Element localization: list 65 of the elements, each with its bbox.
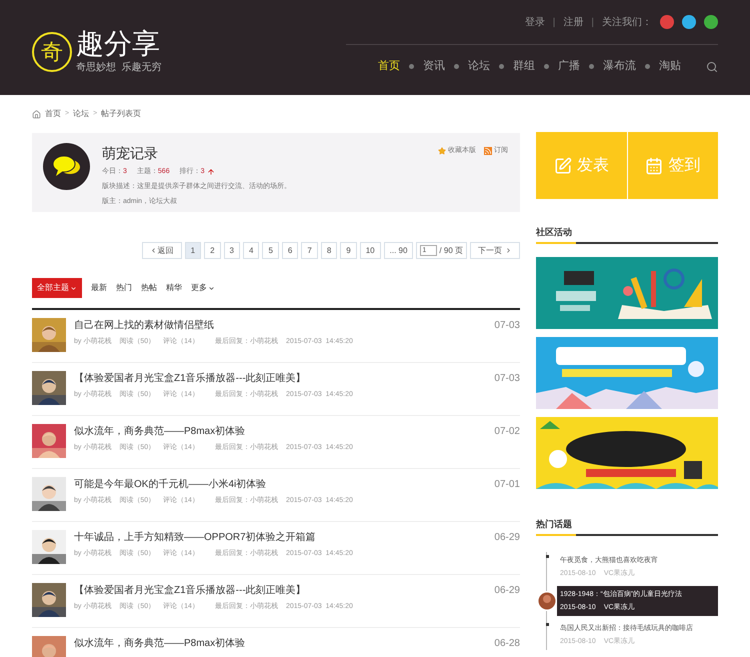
page-button[interactable]: 3	[224, 242, 240, 259]
nav-item[interactable]: 广播	[558, 58, 580, 75]
top-link[interactable]: 登录	[524, 14, 545, 30]
nav-item[interactable]: 论坛	[468, 58, 490, 75]
search-icon[interactable]	[706, 60, 718, 72]
edit-icon	[554, 156, 572, 174]
breadcrumb-link[interactable]: 帖子列表页	[101, 108, 142, 120]
post-title[interactable]: 似水流年，商务典范——P8max初体验	[74, 424, 486, 440]
post-date: 07-01	[494, 478, 520, 492]
page-button[interactable]: 8	[320, 242, 338, 259]
separator: |	[591, 16, 594, 30]
filter-tab[interactable]: 更多	[191, 278, 215, 298]
post-title[interactable]: 【体验爱国者月光宝盒Z1音乐播放器---此刻正唯美】	[74, 371, 486, 387]
nav-item[interactable]: 瀑布流	[603, 58, 636, 75]
forum-title: 萌宠记录	[102, 144, 159, 163]
star-icon	[438, 147, 446, 156]
back-button[interactable]: 返回	[142, 242, 182, 259]
caret-left-icon	[150, 247, 157, 254]
rss-icon	[484, 147, 492, 156]
calendar-icon	[645, 156, 664, 174]
post-title[interactable]: 【体验爱国者月光宝盒Z1音乐播放器---此刻正唯美】	[74, 583, 486, 599]
page-total: / 90 页	[439, 244, 463, 256]
nav-item[interactable]: 淘贴	[659, 58, 681, 75]
separator: |	[552, 16, 556, 30]
breadcrumb-link[interactable]: 首页	[45, 108, 61, 120]
chat-bubbles-icon	[43, 143, 90, 190]
post-title[interactable]: 似水流年，商务典范——P8max初体验	[74, 636, 486, 652]
page-button[interactable]: 1	[184, 242, 202, 259]
filter-tab[interactable]: 全部主题	[32, 278, 82, 298]
post-title[interactable]: 十年诚品，上手方知精致——OPPOR7初体验之开箱篇	[74, 530, 486, 546]
post-date: 07-02	[494, 425, 520, 439]
page-button[interactable]: ... 90	[384, 242, 414, 259]
post-date: 06-29	[494, 584, 520, 598]
page-button[interactable]: 2	[204, 242, 221, 259]
section-title: 社区活动	[536, 226, 573, 239]
filter-tab[interactable]: 精华	[166, 278, 182, 298]
page-button[interactable]: 10	[360, 242, 381, 259]
top-link[interactable]: 注册	[563, 14, 584, 30]
home-icon[interactable]	[32, 110, 41, 118]
logo-badge[interactable]: 奇	[32, 32, 72, 72]
nav-item[interactable]: 群组	[513, 58, 535, 75]
logo-slogan: 奇思妙想 乐趣无穷	[76, 60, 162, 75]
page-button[interactable]: 7	[301, 242, 318, 259]
page-button[interactable]: 6	[282, 242, 298, 259]
post-date: 07-03	[494, 319, 520, 333]
logo-title: 趣分享	[76, 28, 161, 60]
post-date: 07-03	[494, 372, 520, 386]
post-title[interactable]: 可能是今年最OK的千元机——小米4i初体验	[74, 477, 486, 493]
nav-item[interactable]: 资讯	[423, 58, 445, 75]
filter-tab[interactable]: 热帖	[141, 278, 157, 298]
page-button[interactable]: 9	[340, 242, 357, 259]
post-date: 06-29	[494, 531, 520, 545]
page-button[interactable]: 5	[262, 242, 279, 259]
breadcrumb-link[interactable]: 论坛	[73, 108, 90, 120]
caret-right-icon	[505, 247, 512, 254]
page-button[interactable]: 4	[243, 242, 260, 259]
post-date: 06-28	[494, 637, 520, 651]
filter-tab[interactable]: 最新	[91, 278, 107, 298]
nav-item[interactable]: 首页	[378, 58, 400, 75]
rank-up-icon	[206, 168, 214, 176]
section-title: 热门话题	[536, 518, 573, 531]
next-button[interactable]: 下一页	[470, 242, 520, 259]
post-title[interactable]: 自己在网上找的素材做情侣壁纸	[74, 318, 486, 334]
filter-tab[interactable]: 热门	[116, 278, 132, 298]
follow-label: 关注我们：	[602, 16, 652, 30]
